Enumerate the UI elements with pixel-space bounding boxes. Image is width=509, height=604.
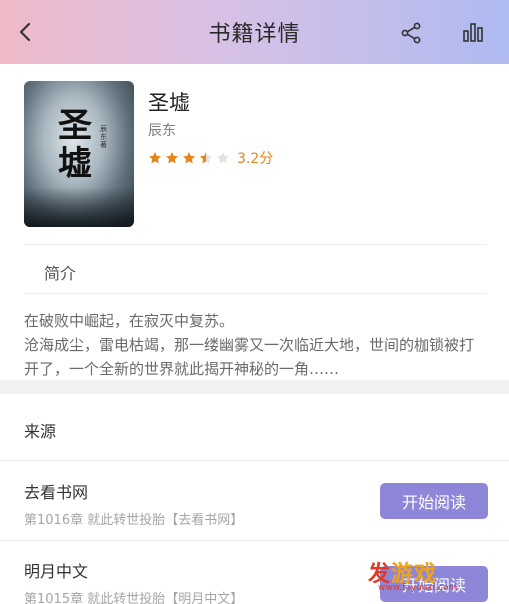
book-info: 圣墟 辰东著 圣墟 辰东 3.2分 xyxy=(0,64,509,244)
top-bar: 书籍详情 xyxy=(0,0,509,64)
cover-author: 辰东著 xyxy=(100,125,107,149)
star-full-icon xyxy=(183,152,195,164)
intro-heading: 简介 xyxy=(44,264,77,283)
star-half-icon xyxy=(200,152,212,164)
divider xyxy=(0,460,509,461)
book-cover[interactable]: 圣墟 辰东著 xyxy=(24,81,134,227)
divider xyxy=(24,293,487,294)
start-reading-button[interactable]: 开始阅读 xyxy=(380,483,488,519)
sources-heading: 来源 xyxy=(24,422,57,441)
divider xyxy=(0,540,509,541)
watermark-url: www.fayouxi.com xyxy=(378,583,458,593)
source-name: 去看书网 xyxy=(24,483,89,502)
rating: 3.2分 xyxy=(148,148,273,168)
chevron-left-icon xyxy=(19,22,31,42)
section-gap xyxy=(0,380,509,394)
ranking-button[interactable] xyxy=(462,21,484,43)
back-button[interactable] xyxy=(14,20,38,44)
book-author[interactable]: 辰东 xyxy=(148,120,176,140)
intro-text: 在破败中崛起，在寂灭中复苏。 沧海成尘，雷电枯竭，那一缕幽雾又一次临近大地，世间… xyxy=(24,312,475,378)
page-title: 书籍详情 xyxy=(208,22,301,47)
share-button[interactable] xyxy=(400,22,422,44)
star-empty-icon xyxy=(217,152,229,164)
bar-chart-icon xyxy=(463,23,483,42)
source-chapter: 第1016章 就此转世投胎【去看书网】 xyxy=(24,513,244,528)
star-full-icon xyxy=(149,152,161,164)
source-name: 明月中文 xyxy=(24,562,89,581)
cover-shade xyxy=(24,187,134,227)
star-full-icon xyxy=(166,152,178,164)
book-title: 圣墟 xyxy=(148,91,190,115)
site-watermark: 发游戏 www.fayouxi.com xyxy=(368,556,500,596)
divider xyxy=(24,244,487,245)
rating-score: 3.2分 xyxy=(237,151,274,167)
cover-title: 圣墟 xyxy=(58,106,92,184)
source-chapter: 第1015章 就此转世投胎【明月中文】 xyxy=(24,592,244,604)
share-icon xyxy=(401,22,421,44)
